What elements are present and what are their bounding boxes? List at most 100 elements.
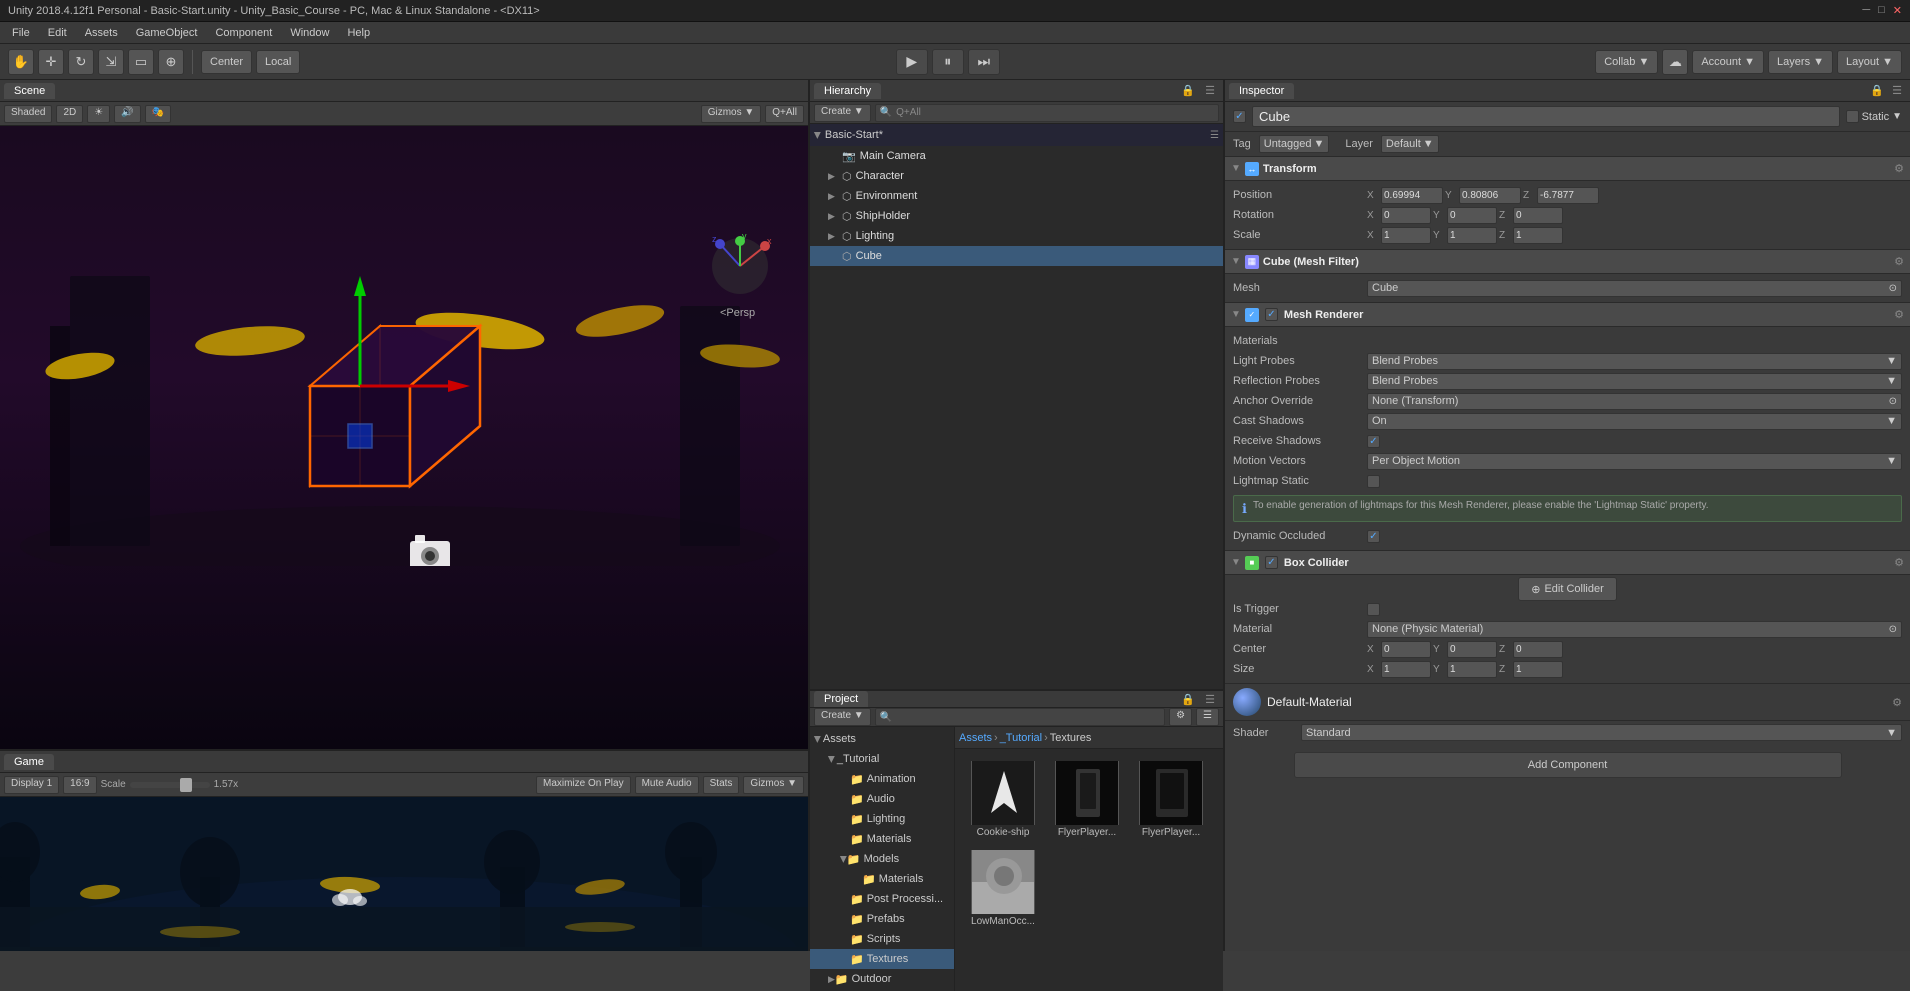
istrigger-checkbox[interactable] [1367,603,1380,616]
breadcrumb-assets[interactable]: Assets [959,732,992,744]
audio-btn[interactable]: 🔊 [114,105,140,123]
menu-help[interactable]: Help [339,25,378,41]
meshrenderer-checkbox[interactable]: ✓ [1265,308,1278,321]
scale-x-field[interactable] [1381,227,1431,244]
aspect-ratio-btn[interactable]: 16:9 [63,776,96,794]
tree-models-materials[interactable]: 📁 Materials [810,869,954,889]
asset-flyer1[interactable]: FlyerPlayer... [1047,757,1127,842]
dynamicoccluded-checkbox[interactable]: ✓ [1367,530,1380,543]
scale-z-field[interactable] [1513,227,1563,244]
hierarchy-lock-icon[interactable]: 🔒 [1177,84,1199,97]
meshrenderer-settings-icon[interactable]: ⚙ [1894,308,1904,321]
account-btn[interactable]: Account ▼ [1692,50,1764,74]
tag-dropdown[interactable]: Untagged ▼ [1259,135,1330,153]
static-dropdown-arrow[interactable]: ▼ [1892,111,1902,122]
project-lock-icon[interactable]: 🔒 [1177,693,1199,706]
scale-slider[interactable] [130,782,210,788]
layout-btn[interactable]: Layout ▼ [1837,50,1902,74]
hierarchy-item-lighting[interactable]: ▶ ⬡ Lighting [810,226,1223,246]
boxcollider-settings-icon[interactable]: ⚙ [1894,556,1904,569]
obj-name-field[interactable]: Cube [1252,106,1840,127]
asset-cookie-ship[interactable]: Cookie-ship [963,757,1043,842]
step-button[interactable]: ⏭ [968,49,1000,75]
project-search[interactable]: 🔍 [875,708,1165,726]
scene-root[interactable]: ▶ Basic-Start* ☰ [810,124,1223,146]
hierarchy-search[interactable]: 🔍 Q+All [875,104,1219,122]
hierarchy-item-camera[interactable]: 📷 Main Camera [810,146,1223,166]
hierarchy-item-character[interactable]: ▶ ⬡ Character [810,166,1223,186]
menu-file[interactable]: File [4,25,38,41]
tab-inspector[interactable]: Inspector [1229,83,1294,99]
move-tool[interactable]: ✛ [38,49,64,75]
meshrenderer-header[interactable]: ▼ ✓ ✓ Mesh Renderer ⚙ [1225,303,1910,327]
breadcrumb-textures[interactable]: Textures [1050,732,1092,744]
pivot-space-btn[interactable]: Local [256,50,300,74]
asset-flyer2[interactable]: FlyerPlayer... [1131,757,1211,842]
meshfilter-settings-icon[interactable]: ⚙ [1894,255,1904,268]
game-viewport[interactable] [0,797,808,951]
display-btn[interactable]: Display 1 [4,776,59,794]
transform-tool[interactable]: ⊕ [158,49,184,75]
minimize-btn[interactable]: ─ [1862,4,1870,17]
hierarchy-item-shipholder[interactable]: ▶ ⬡ ShipHolder [810,206,1223,226]
add-component-button[interactable]: Add Component [1294,752,1842,778]
stats-btn[interactable]: Stats [703,776,740,794]
collab-btn[interactable]: Collab ▼ [1595,50,1658,74]
play-button[interactable]: ▶ [896,49,928,75]
pos-x-field[interactable] [1381,187,1443,204]
mesh-dropdown[interactable]: Cube ⊙ [1367,280,1902,297]
menu-gameobject[interactable]: GameObject [128,25,206,41]
breadcrumb-tutorial[interactable]: _Tutorial [1000,732,1042,744]
tab-project[interactable]: Project [814,691,868,707]
close-btn[interactable]: ✕ [1893,4,1902,17]
lighting-btn[interactable]: ☀ [87,105,110,123]
tree-assets[interactable]: ▶ Assets [810,729,954,749]
tree-prefabs[interactable]: 📁 Prefabs [810,909,954,929]
mesh-pick-icon[interactable]: ⊙ [1889,283,1897,294]
center-x-field[interactable] [1381,641,1431,658]
pos-z-field[interactable] [1537,187,1599,204]
rotate-tool[interactable]: ↻ [68,49,94,75]
boxcollider-checkbox[interactable]: ✓ [1265,556,1278,569]
maximize-btn[interactable]: □ [1878,4,1885,17]
size-x-field[interactable] [1381,661,1431,678]
project-options-btn[interactable]: ⚙ [1169,708,1192,726]
pause-button[interactable]: ⏸ [932,49,964,75]
size-z-field[interactable] [1513,661,1563,678]
motionvectors-dropdown[interactable]: Per Object Motion ▼ [1367,453,1902,470]
tree-models[interactable]: ▶ 📁 Models [810,849,954,869]
tree-animation[interactable]: 📁 Animation [810,769,954,789]
boxcollider-header[interactable]: ▼ ■ ✓ Box Collider ⚙ [1225,551,1910,575]
game-gizmos-btn[interactable]: Gizmos ▼ [743,776,804,794]
2d-btn[interactable]: 2D [56,105,83,123]
tab-game[interactable]: Game [4,754,54,770]
anchor-pick-icon[interactable]: ⊙ [1889,396,1897,407]
hierarchy-item-cube[interactable]: ⬡ Cube [810,246,1223,266]
tree-scripts[interactable]: 📁 Scripts [810,929,954,949]
mute-audio-btn[interactable]: Mute Audio [635,776,699,794]
tree-materials[interactable]: 📁 Materials [810,829,954,849]
project-more-icon[interactable]: ☰ [1201,693,1219,706]
meshfilter-header[interactable]: ▼ ▦ Cube (Mesh Filter) ⚙ [1225,250,1910,274]
tree-outdoor[interactable]: ▶ 📁 Outdoor [810,969,954,989]
static-checkbox[interactable] [1846,110,1859,123]
collider-material-dropdown[interactable]: None (Physic Material) ⊙ [1367,621,1902,638]
lightprobes-dropdown[interactable]: Blend Probes ▼ [1367,353,1902,370]
hand-tool[interactable]: ✋ [8,49,34,75]
rot-x-field[interactable] [1381,207,1431,224]
tree-lighting[interactable]: 📁 Lighting [810,809,954,829]
anchor-dropdown[interactable]: None (Transform) ⊙ [1367,393,1902,410]
fx-btn[interactable]: 🎭 [145,105,171,123]
material-settings-icon[interactable]: ⚙ [1892,696,1902,709]
cloud-btn[interactable]: ☁ [1662,49,1688,75]
pos-y-field[interactable] [1459,187,1521,204]
menu-component[interactable]: Component [207,25,280,41]
menu-window[interactable]: Window [282,25,337,41]
menu-edit[interactable]: Edit [40,25,75,41]
inspector-more-icon[interactable]: ☰ [1888,84,1906,97]
edit-collider-btn[interactable]: ⊕ Edit Collider [1518,577,1617,601]
rot-y-field[interactable] [1447,207,1497,224]
shaded-btn[interactable]: Shaded [4,105,52,123]
tree-audio[interactable]: 📁 Audio [810,789,954,809]
hierarchy-create-btn[interactable]: Create ▼ [814,104,871,122]
